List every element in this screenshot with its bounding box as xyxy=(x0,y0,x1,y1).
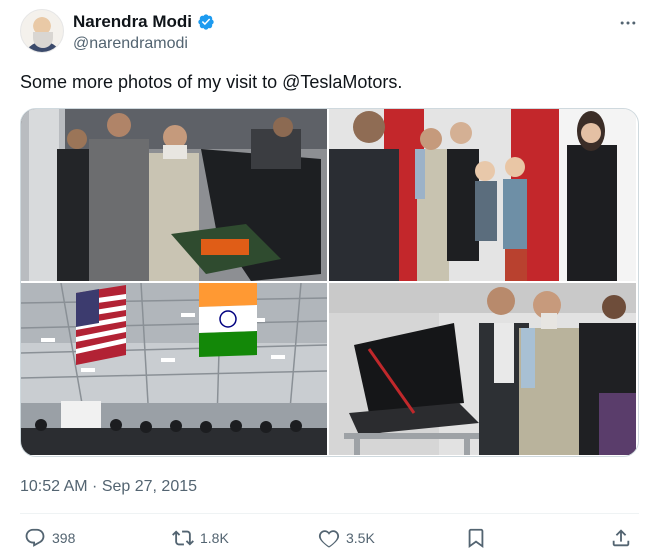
tweet-card: Narendra Modi @narendramodi Some more ph… xyxy=(0,0,653,557)
like-button[interactable]: 3.5K xyxy=(318,527,375,549)
photo-4-image xyxy=(329,283,636,455)
share-button[interactable] xyxy=(610,527,632,549)
reply-button[interactable]: 398 xyxy=(24,527,75,549)
reply-count: 398 xyxy=(52,530,76,546)
bookmark-button[interactable] xyxy=(465,527,487,549)
verified-badge-icon xyxy=(198,14,214,30)
author-name-row: Narendra Modi xyxy=(73,12,215,32)
tweet-timestamp[interactable]: 10:52 AM · Sep 27, 2015 xyxy=(20,478,197,496)
more-options-button[interactable] xyxy=(615,10,641,36)
photo-3-image xyxy=(21,283,327,455)
author-display-name[interactable]: Narendra Modi xyxy=(73,12,192,32)
photo-1[interactable] xyxy=(21,109,327,281)
photo-3[interactable] xyxy=(21,283,327,455)
avatar[interactable] xyxy=(20,9,64,53)
photo-4[interactable] xyxy=(329,283,636,455)
like-count: 3.5K xyxy=(346,530,375,546)
heart-icon xyxy=(318,530,340,548)
retweet-icon xyxy=(172,530,194,546)
retweet-button[interactable]: 1.8K xyxy=(172,527,229,549)
share-icon xyxy=(612,529,630,547)
reply-icon xyxy=(25,528,45,547)
tweet-text: Some more photos of my visit to @TeslaMo… xyxy=(20,72,403,92)
bookmark-icon xyxy=(468,528,484,549)
photo-grid xyxy=(20,108,639,457)
author-handle[interactable]: @narendramodi xyxy=(73,35,188,53)
photo-2-image xyxy=(329,109,636,281)
divider xyxy=(20,513,639,514)
photo-2[interactable] xyxy=(329,109,636,281)
retweet-count: 1.8K xyxy=(200,530,229,546)
photo-1-image xyxy=(21,109,327,281)
more-horizontal-icon xyxy=(620,21,636,25)
